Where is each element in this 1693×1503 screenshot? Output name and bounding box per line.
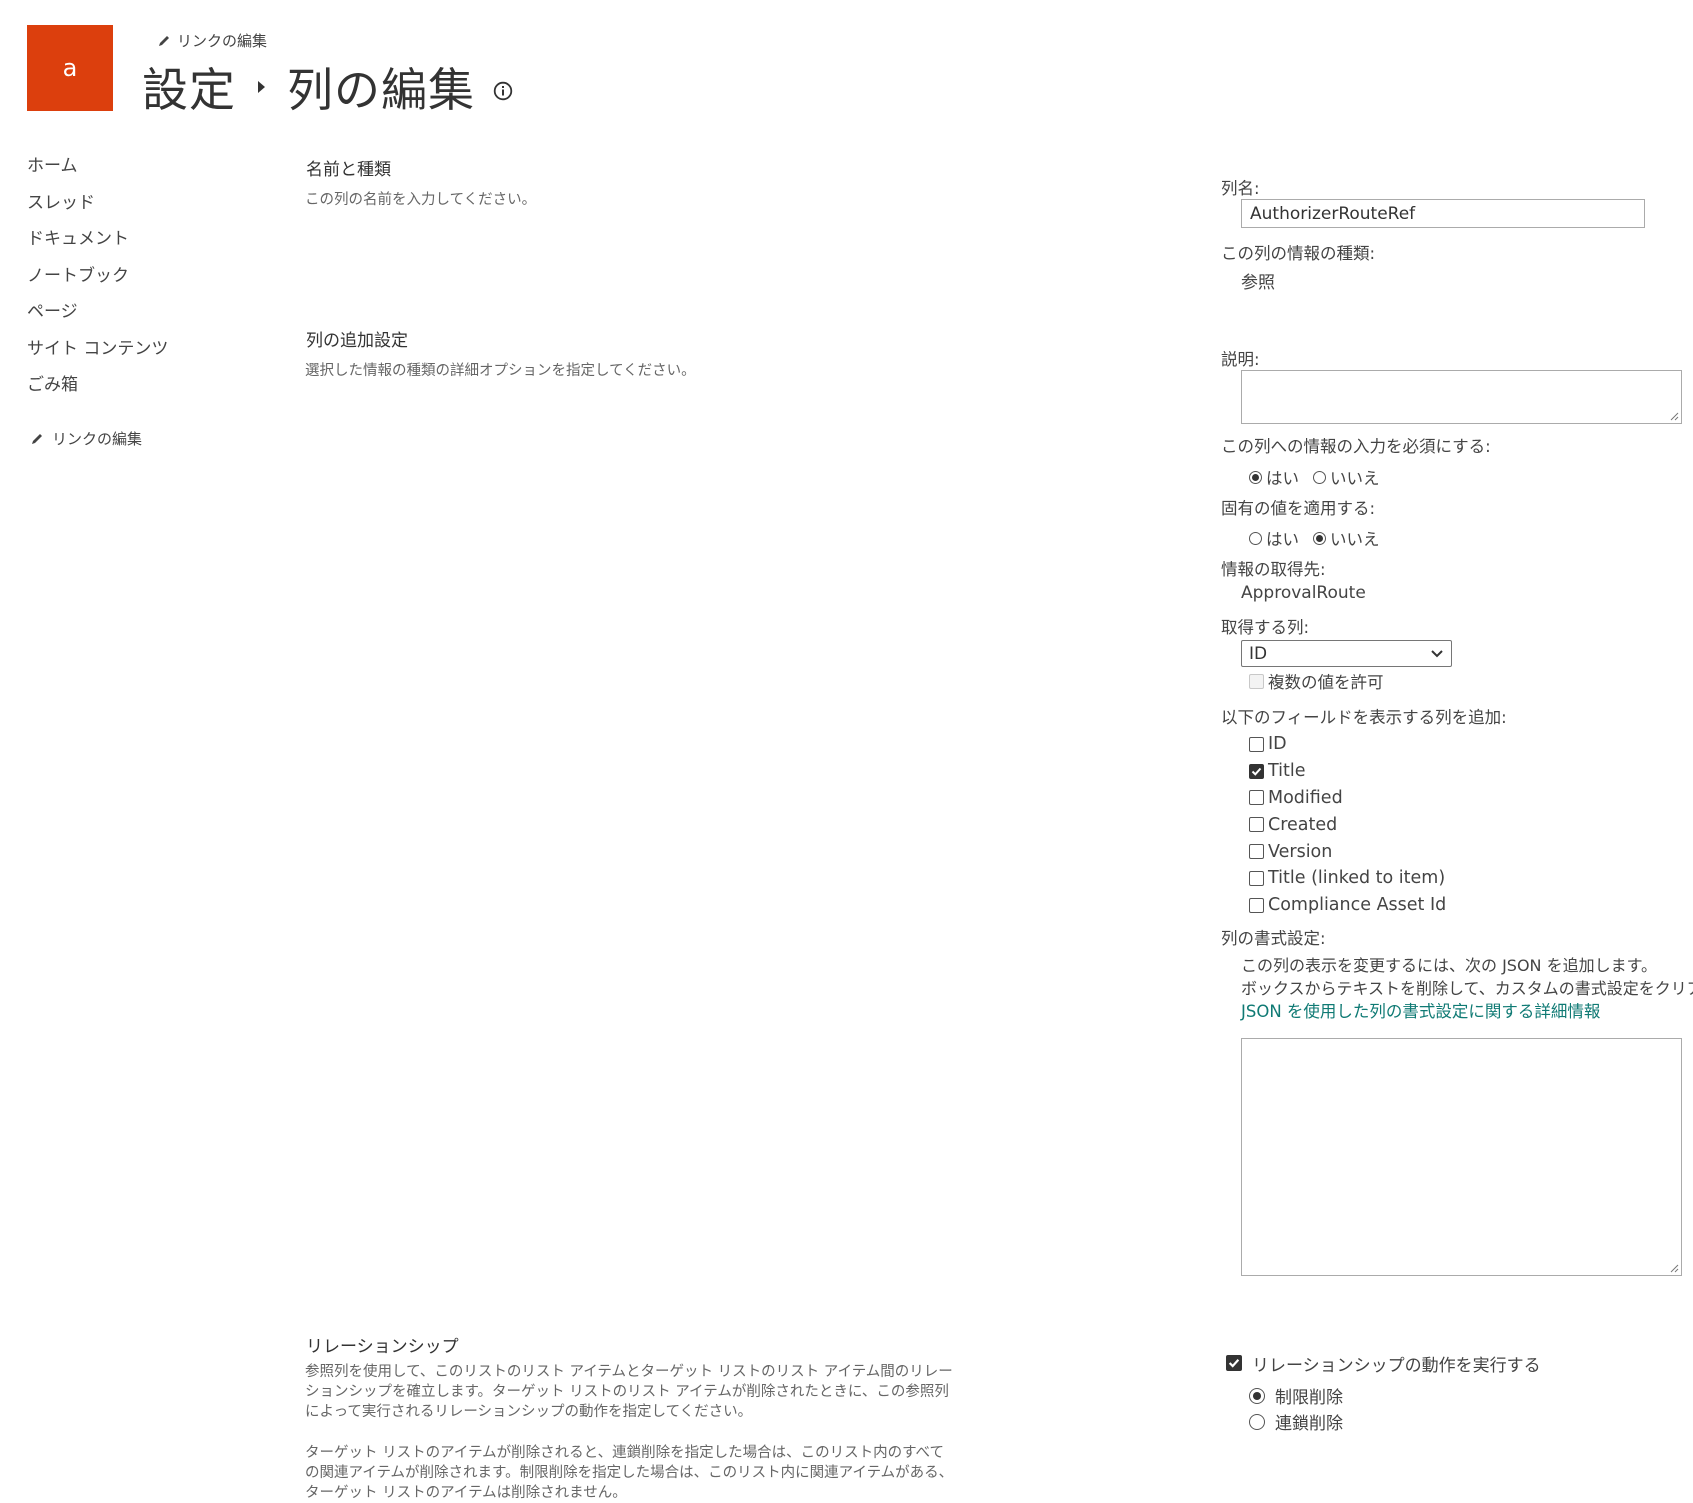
required-yes-radio[interactable] bbox=[1249, 470, 1262, 484]
allow-multiple-label: 複数の値を許可 bbox=[1268, 673, 1384, 693]
pencil-icon bbox=[159, 35, 169, 46]
edit-links-nav[interactable]: リンクの編集 bbox=[30, 428, 142, 449]
required-radio-group: はい いいえ bbox=[1249, 465, 1380, 489]
required-label: この列への情報の入力を必須にする: bbox=[1221, 437, 1491, 456]
nav-item-pages[interactable]: ページ bbox=[27, 300, 168, 337]
section-desc-relationship-2: ターゲット リストのアイテムが削除されると、連鎖削除を指定した場合は、このリスト… bbox=[305, 1445, 954, 1501]
breadcrumb: 設定 列の編集 bbox=[142, 54, 513, 120]
field-checkbox[interactable] bbox=[1249, 870, 1264, 886]
field-checkbox[interactable] bbox=[1249, 897, 1264, 913]
resize-handle-icon[interactable] bbox=[1669, 1263, 1679, 1273]
column-name-label: 列名: bbox=[1221, 179, 1260, 198]
breadcrumb-separator-icon bbox=[258, 81, 265, 93]
column-name-input[interactable] bbox=[1241, 199, 1645, 228]
nav-item-site-contents[interactable]: サイト コンテンツ bbox=[27, 337, 168, 374]
restrict-delete-row: 制限削除 bbox=[1249, 1383, 1343, 1408]
allow-multiple-row: 複数の値を許可 bbox=[1249, 668, 1384, 695]
get-column-value: ID bbox=[1249, 643, 1268, 664]
source-label: 情報の取得先: bbox=[1221, 560, 1326, 579]
breadcrumb-settings[interactable]: 設定 bbox=[142, 54, 236, 120]
required-yes-label: はい bbox=[1266, 469, 1299, 488]
checkmark-icon bbox=[1228, 1359, 1240, 1369]
restrict-delete-radio[interactable] bbox=[1249, 1387, 1265, 1404]
unique-yes-label: はい bbox=[1266, 530, 1299, 549]
field-option-id[interactable]: ID bbox=[1249, 731, 1446, 758]
restrict-delete-label: 制限削除 bbox=[1275, 1388, 1343, 1408]
section-desc-additional: 選択した情報の種類の詳細オプションを指定してください。 bbox=[305, 363, 696, 379]
field-checkbox[interactable] bbox=[1249, 763, 1264, 779]
formatting-line-1: この列の表示を変更するには、次の JSON を追加します。 bbox=[1241, 956, 1658, 975]
allow-multiple-checkbox[interactable] bbox=[1249, 673, 1264, 689]
field-option-compliance-asset-id[interactable]: Compliance Asset Id bbox=[1249, 892, 1446, 919]
section-title-additional: 列の追加設定 bbox=[306, 331, 408, 351]
cascade-delete-radio[interactable] bbox=[1249, 1413, 1265, 1430]
nav-item-threads[interactable]: スレッド bbox=[27, 191, 168, 228]
description-label: 説明: bbox=[1221, 350, 1260, 369]
enforce-relationship-label: リレーションシップの動作を実行する bbox=[1252, 1355, 1541, 1376]
formatting-line-2: ボックスからテキストを削除して、カスタムの書式設定をクリアします。 bbox=[1241, 979, 1693, 998]
unique-no-radio[interactable] bbox=[1313, 531, 1326, 545]
info-icon[interactable] bbox=[493, 81, 513, 101]
unique-radio-group: はい いいえ bbox=[1249, 526, 1380, 550]
get-column-label: 取得する列: bbox=[1221, 618, 1310, 637]
field-checkbox[interactable] bbox=[1249, 844, 1264, 860]
field-option-version[interactable]: Version bbox=[1249, 838, 1446, 865]
enforce-relationship-row: リレーションシップの動作を実行する bbox=[1226, 1350, 1541, 1377]
nav-item-notebook[interactable]: ノートブック bbox=[27, 264, 168, 301]
column-type-value: 参照 bbox=[1241, 273, 1275, 293]
field-option-title[interactable]: Title bbox=[1249, 758, 1446, 785]
column-type-label: この列の情報の種類: bbox=[1221, 244, 1376, 263]
section-title-relationship: リレーションシップ bbox=[306, 1337, 459, 1357]
field-option-modified[interactable]: Modified bbox=[1249, 785, 1446, 812]
get-column-select[interactable]: ID bbox=[1241, 640, 1452, 667]
left-nav: ホーム スレッド ドキュメント ノートブック ページ サイト コンテンツ ごみ箱 bbox=[27, 154, 168, 410]
edit-links-label: リンクの編集 bbox=[177, 32, 268, 50]
nav-item-recycle-bin[interactable]: ごみ箱 bbox=[27, 373, 168, 410]
field-checkbox[interactable] bbox=[1249, 736, 1264, 752]
unique-no-label: いいえ bbox=[1330, 530, 1380, 549]
site-logo[interactable]: a bbox=[27, 25, 113, 111]
formatting-label: 列の書式設定: bbox=[1221, 929, 1326, 948]
edit-links-label: リンクの編集 bbox=[52, 430, 143, 448]
section-desc-relationship-1: 参照列を使用して、このリストのリスト アイテムとターゲット リストのリスト アイ… bbox=[305, 1364, 953, 1420]
enforce-relationship-checkbox[interactable] bbox=[1226, 1355, 1242, 1372]
add-fields-label: 以下のフィールドを表示する列を追加: bbox=[1221, 708, 1507, 727]
cascade-delete-row: 連鎖削除 bbox=[1249, 1409, 1343, 1434]
field-checkbox[interactable] bbox=[1249, 790, 1264, 806]
add-fields-list: ID Title Modified Created Version Title … bbox=[1249, 731, 1446, 919]
page-title: 列の編集 bbox=[287, 63, 475, 117]
formatting-json-textarea[interactable] bbox=[1241, 1038, 1682, 1276]
formatting-help-link[interactable]: JSON を使用した列の書式設定に関する詳細情報 bbox=[1241, 998, 1600, 1022]
section-title-name-type: 名前と種類 bbox=[306, 160, 391, 180]
field-option-title-linked[interactable]: Title (linked to item) bbox=[1249, 865, 1446, 892]
required-no-radio[interactable] bbox=[1313, 470, 1326, 484]
resize-handle-icon[interactable] bbox=[1669, 411, 1679, 421]
nav-item-documents[interactable]: ドキュメント bbox=[27, 227, 168, 264]
edit-links-top[interactable]: リンクの編集 bbox=[157, 30, 267, 51]
section-desc-name-type: この列の名前を入力してください。 bbox=[305, 192, 537, 208]
field-checkbox[interactable] bbox=[1249, 817, 1264, 833]
source-value: ApprovalRoute bbox=[1241, 583, 1366, 603]
required-no-label: いいえ bbox=[1330, 469, 1380, 488]
checkmark-icon bbox=[1251, 767, 1262, 776]
description-textarea[interactable] bbox=[1241, 370, 1682, 424]
field-option-created[interactable]: Created bbox=[1249, 811, 1446, 838]
unique-yes-radio[interactable] bbox=[1249, 531, 1262, 545]
chevron-down-icon bbox=[1431, 649, 1443, 657]
nav-item-home[interactable]: ホーム bbox=[27, 154, 168, 191]
cascade-delete-label: 連鎖削除 bbox=[1275, 1414, 1343, 1434]
unique-label: 固有の値を適用する: bbox=[1221, 499, 1376, 518]
pencil-icon bbox=[32, 433, 42, 444]
